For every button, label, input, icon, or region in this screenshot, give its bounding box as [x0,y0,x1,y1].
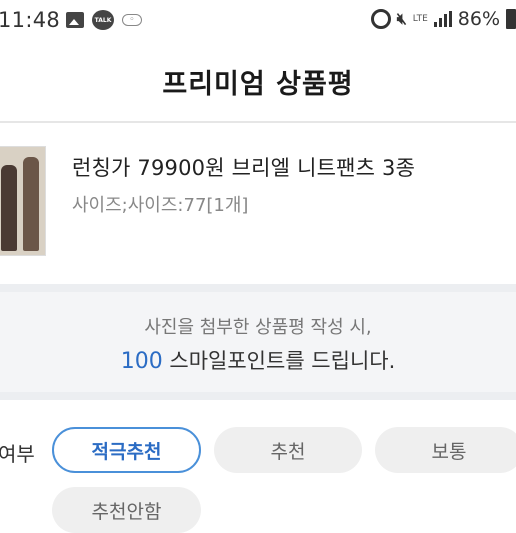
thumb-model-figure [1,165,17,251]
banner-text-line2: 100 스마일포인트를 드립니다. [0,345,516,375]
signal-icon [433,11,452,27]
kakaotalk-icon: TALK [92,10,114,30]
recommend-option-not-recommend[interactable]: 추천안함 [52,487,201,533]
product-thumbnail [0,146,46,256]
status-time: 11:48 [0,8,61,32]
status-system-icons: 🔇︎ LTE 86% [370,8,516,30]
product-option: 사이즈;사이즈:77[1개] [72,195,249,216]
status-notification-icons: TALK ◦ [66,10,142,30]
banner-points-text: 스마일포인트를 드립니다. [162,349,396,373]
thumb-model-figure [23,157,39,251]
status-bar: 11:48 TALK ◦ 🔇︎ LTE 86% [0,0,516,44]
product-name: 런칭가 79900원 브리엘 니트팬츠 3종 [72,156,416,180]
notification-icon: ◦ [122,14,142,26]
battery-percent: 86% [457,8,500,30]
point-banner: 사진을 첨부한 상품평 작성 시, 100 스마일포인트를 드립니다. [0,284,516,400]
recommend-label: 여부 [0,442,35,466]
recommend-option-strongly[interactable]: 적극추천 [52,427,201,473]
alarm-icon [370,9,391,29]
gallery-icon [66,12,84,28]
header-divider [0,121,516,123]
banner-points-value: 100 [120,349,163,374]
lte-icon: LTE [412,13,428,24]
recommend-option-neutral[interactable]: 보통 [375,427,516,473]
battery-icon [506,9,516,29]
banner-text-line1: 사진을 첨부한 상품평 작성 시, [144,317,372,338]
recommend-option-recommend[interactable]: 추천 [214,427,362,473]
page-title: 프리미엄 상품평 [162,69,354,100]
mute-icon: 🔇︎ [396,9,407,28]
